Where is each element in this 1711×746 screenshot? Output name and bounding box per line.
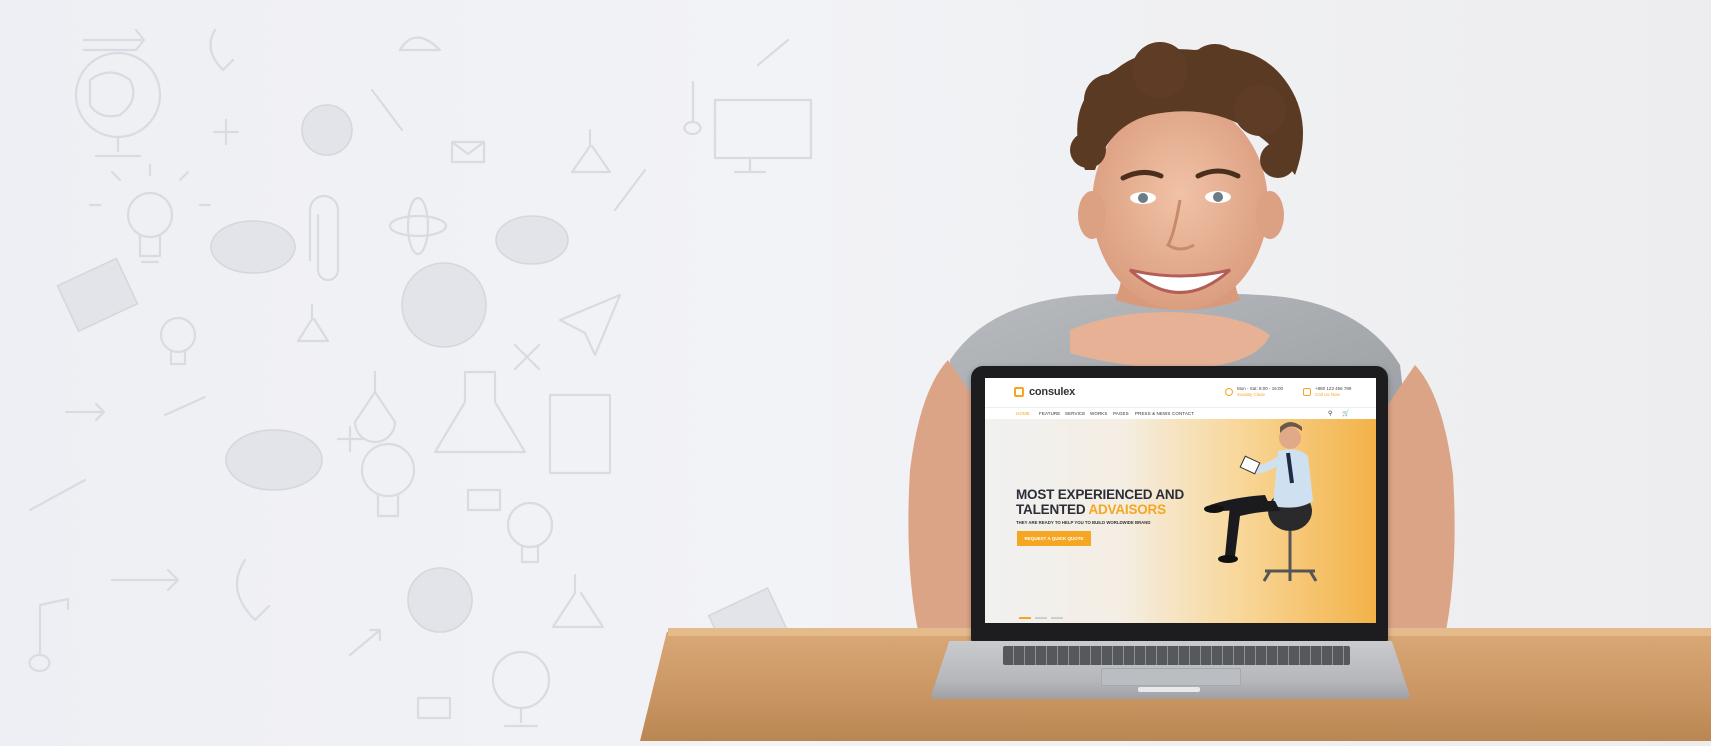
hours-label: Mon - Sat: 8:00 - 16:00 — [1237, 386, 1284, 391]
nav-item-pages[interactable]: PAGES — [1113, 411, 1129, 416]
nav-item-feature[interactable]: FEATURE — [1039, 411, 1060, 416]
businessman-illustration — [1204, 422, 1318, 582]
phone-sub: Call Us Now — [1315, 392, 1340, 397]
slider-dots — [1019, 606, 1067, 623]
laptop-screen: consulex Mon - Sat: 8:00 - 16:00 Sunday … — [985, 378, 1376, 623]
cart-icon[interactable]: 🛒 — [1342, 410, 1349, 417]
hero-title: MOST EXPERIENCED AND TALENTED ADVAISORS — [1016, 487, 1184, 517]
site-logo[interactable]: consulex — [1029, 386, 1075, 398]
site-header: consulex Mon - Sat: 8:00 - 16:00 Sunday … — [985, 378, 1376, 407]
nav-item-home[interactable]: HOME — [1016, 411, 1030, 416]
laptop-keyboard — [1003, 646, 1350, 665]
hero-title-line2-a: TALENTED — [1016, 502, 1089, 517]
nav-item-service[interactable]: SERVICE — [1065, 411, 1085, 416]
hero-banner: MOST EXPERIENCED AND TALENTED ADVAISORS … — [985, 419, 1376, 623]
hero-title-line1: MOST EXPERIENCED AND — [1016, 487, 1185, 502]
laptop-trackpad — [1101, 668, 1241, 686]
hero-subtitle: THEY ARE READY TO HELP YOU TO BUILD WORL… — [1016, 520, 1151, 525]
hero-title-line2: TALENTED ADVAISORS — [1016, 502, 1184, 517]
phone-icon — [1303, 388, 1311, 396]
phone-label: +880 123 456 789 — [1315, 386, 1352, 391]
nav-item-press-news[interactable]: PRESS & NEWS — [1135, 411, 1170, 416]
slider-dot-1[interactable] — [1019, 617, 1031, 619]
hours-sub: Sunday Close — [1237, 392, 1266, 397]
clock-icon — [1225, 388, 1233, 396]
request-quote-button[interactable]: REQUEST A QUICK QUOTE — [1017, 531, 1091, 546]
hero-title-accent: ADVAISORS — [1088, 502, 1166, 517]
search-icon[interactable]: ⚲ — [1328, 410, 1332, 417]
slider-dot-3[interactable] — [1051, 617, 1063, 619]
nav-item-works[interactable]: WORKS — [1090, 411, 1108, 416]
slider-dot-2[interactable] — [1035, 617, 1047, 619]
nav-item-contact[interactable]: CONTACT — [1172, 411, 1194, 416]
logo-icon — [1014, 387, 1024, 397]
laptop-lip — [1138, 687, 1200, 692]
